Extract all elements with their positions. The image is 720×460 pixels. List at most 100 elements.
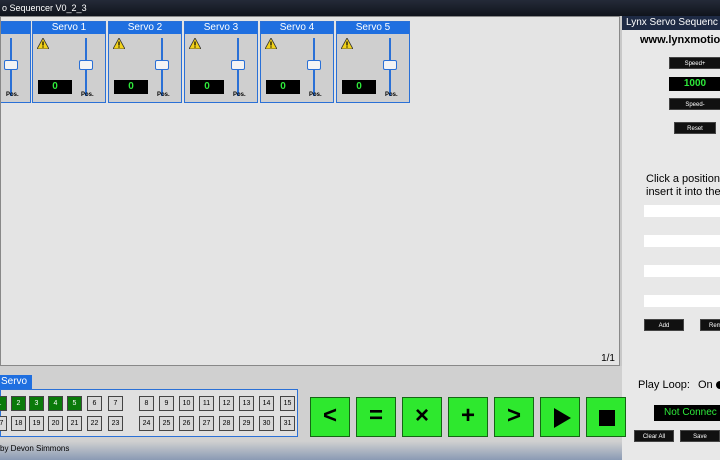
position-display: 0	[342, 80, 376, 94]
add-position-button[interactable]: +	[448, 397, 488, 437]
channel-cell-26[interactable]: 26	[179, 416, 194, 431]
channel-cell-12[interactable]: 12	[219, 396, 234, 411]
channel-cell-1[interactable]: 1	[0, 396, 7, 411]
channel-cell-5[interactable]: 5	[67, 396, 82, 411]
speed-display: 1000	[669, 77, 720, 91]
servo-slider-thumb[interactable]	[307, 60, 321, 70]
servo-card-4[interactable]: Servo 4 0 Pos.	[260, 21, 334, 103]
servo-card-title: Servo 3	[185, 22, 257, 34]
channel-cell-8[interactable]: 8	[139, 396, 154, 411]
servo-slider-thumb[interactable]	[231, 60, 245, 70]
pos-label: Pos.	[385, 92, 398, 98]
channel-cell-27[interactable]: 27	[199, 416, 214, 431]
control-panel: Lynx Servo Sequenc www.lynxmotion Speed+…	[622, 16, 720, 460]
position-display: 0	[190, 80, 224, 94]
window-title: o Sequencer V0_2_3	[2, 3, 87, 13]
servo-slider-thumb[interactable]	[155, 60, 169, 70]
position-display: 0	[38, 80, 72, 94]
window-title-bar: o Sequencer V0_2_3	[0, 0, 720, 16]
channel-cell-9[interactable]: 9	[159, 396, 174, 411]
equals-icon: =	[368, 402, 383, 429]
servo-tab[interactable]: Servo	[0, 375, 32, 389]
servo-slider-thumb[interactable]	[4, 60, 18, 70]
servo-card-1[interactable]: Servo 1 0 Pos.	[32, 21, 106, 103]
channel-cell-7[interactable]: 7	[108, 396, 123, 411]
previous-icon: <	[322, 402, 337, 429]
servo-card-title: 0	[1, 22, 30, 34]
servo-card-3[interactable]: Servo 3 0 Pos.	[184, 21, 258, 103]
page-indicator: 1/1	[601, 353, 615, 364]
channel-cell-25[interactable]: 25	[159, 416, 174, 431]
channel-cell-24[interactable]: 24	[139, 416, 154, 431]
stop-button[interactable]	[586, 397, 626, 437]
channel-cell-17[interactable]: 17	[0, 416, 7, 431]
sequence-row[interactable]	[644, 295, 720, 307]
speed-plus-button[interactable]: Speed+	[669, 57, 720, 69]
servo-card-title: Servo 4	[261, 22, 333, 34]
delete-button[interactable]: ×	[402, 397, 442, 437]
warning-icon	[113, 38, 125, 49]
channel-cell-21[interactable]: 21	[67, 416, 82, 431]
channel-cell-6[interactable]: 6	[87, 396, 102, 411]
channel-cell-3[interactable]: 3	[29, 396, 44, 411]
channel-cell-15[interactable]: 15	[280, 396, 295, 411]
warning-icon	[37, 38, 49, 49]
instruction-line-1: Click a position r	[646, 173, 720, 185]
save-button[interactable]: Save	[680, 430, 720, 442]
servo-card-5[interactable]: Servo 5 0 Pos.	[336, 21, 410, 103]
servo-card-0[interactable]: 0 Pos.	[1, 21, 31, 103]
stop-icon	[599, 410, 615, 426]
channel-cell-13[interactable]: 13	[239, 396, 254, 411]
channel-cell-18[interactable]: 18	[11, 416, 26, 431]
channel-cell-2[interactable]: 2	[11, 396, 26, 411]
sequence-row[interactable]	[644, 205, 720, 217]
position-display: 0	[114, 80, 148, 94]
pos-label: Pos.	[81, 92, 94, 98]
equals-button[interactable]: =	[356, 397, 396, 437]
channel-cell-10[interactable]: 10	[179, 396, 194, 411]
servo-card-2[interactable]: Servo 2 0 Pos.	[108, 21, 182, 103]
clear-all-button[interactable]: Clear All	[634, 430, 674, 442]
website-link[interactable]: www.lynxmotion	[640, 34, 720, 46]
channel-cell-29[interactable]: 29	[239, 416, 254, 431]
servo-card-title: Servo 1	[33, 22, 105, 34]
warning-icon	[265, 38, 277, 49]
reset-button[interactable]: Reset	[674, 122, 716, 134]
channel-cell-19[interactable]: 19	[29, 416, 44, 431]
play-icon	[554, 408, 571, 428]
servo-slider-thumb[interactable]	[383, 60, 397, 70]
channel-cell-14[interactable]: 14	[259, 396, 274, 411]
servo-card-title: Servo 5	[337, 22, 409, 34]
remove-button[interactable]: Rem	[700, 319, 720, 331]
play-loop-toggle[interactable]	[716, 381, 720, 389]
servo-slider-thumb[interactable]	[79, 60, 93, 70]
warning-icon	[189, 38, 201, 49]
instruction-text: Click a position r insert it into the	[646, 173, 720, 199]
channel-cell-4[interactable]: 4	[48, 396, 63, 411]
instruction-line-2: insert it into the	[646, 186, 720, 198]
speed-minus-button[interactable]: Speed-	[669, 98, 720, 110]
delete-icon: ×	[414, 402, 429, 429]
channel-grid: 123456789101112131415 171819202122232425…	[0, 389, 298, 437]
pos-label: Pos.	[6, 92, 19, 98]
play-button[interactable]	[540, 397, 580, 437]
previous-button[interactable]: <	[310, 397, 350, 437]
app-title: Lynx Servo Sequenc	[622, 16, 720, 30]
next-button[interactable]: >	[494, 397, 534, 437]
warning-icon	[341, 38, 353, 49]
sequencer-workspace: 0 Pos. Servo 1 0 Pos. Servo 2 0 Pos. Ser…	[0, 16, 620, 366]
channel-cell-28[interactable]: 28	[219, 416, 234, 431]
pos-label: Pos.	[309, 92, 322, 98]
position-display: 0	[266, 80, 300, 94]
connection-status: Not Connec	[654, 405, 720, 421]
add-icon: +	[460, 402, 475, 429]
add-button[interactable]: Add	[644, 319, 684, 331]
sequence-row[interactable]	[644, 235, 720, 247]
channel-cell-23[interactable]: 23	[108, 416, 123, 431]
channel-cell-31[interactable]: 31	[280, 416, 295, 431]
channel-cell-20[interactable]: 20	[48, 416, 63, 431]
sequence-row[interactable]	[644, 265, 720, 277]
channel-cell-30[interactable]: 30	[259, 416, 274, 431]
channel-cell-11[interactable]: 11	[199, 396, 214, 411]
channel-cell-22[interactable]: 22	[87, 416, 102, 431]
